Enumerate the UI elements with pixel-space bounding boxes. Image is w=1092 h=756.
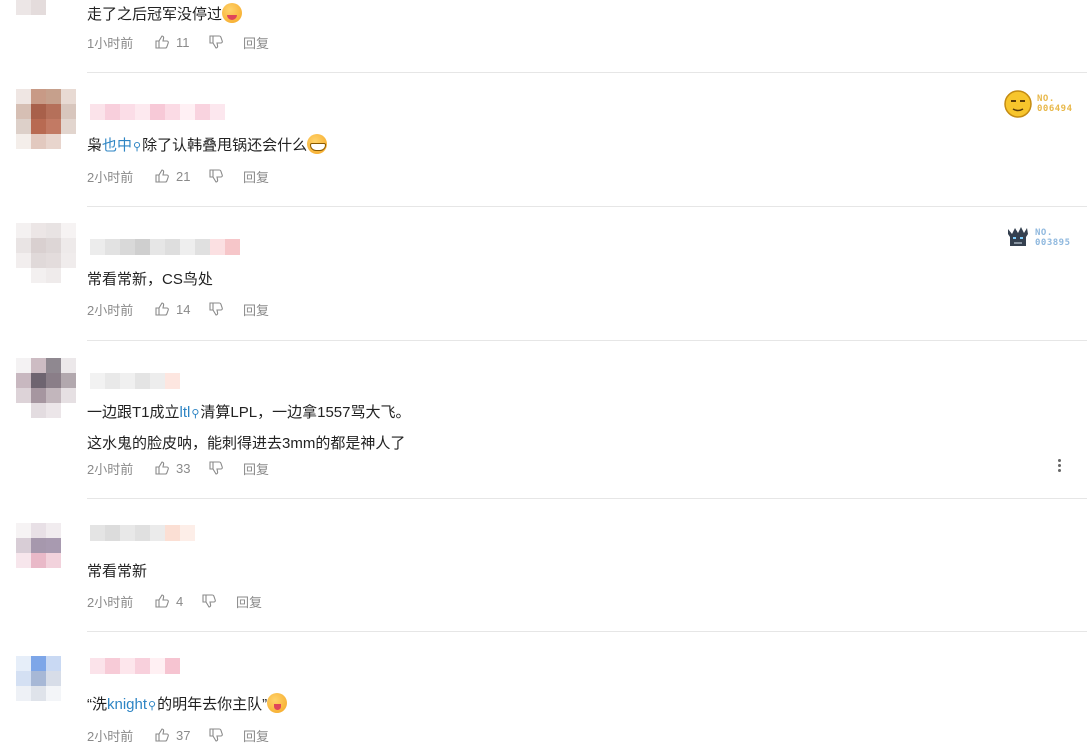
thumbs-up-icon [155,169,169,183]
reply-button[interactable]: 回复 [243,300,269,319]
thumbs-up-icon [155,594,169,608]
search-icon: ⚲ [133,141,142,153]
dislike-button[interactable] [202,594,236,608]
avatar[interactable] [16,0,76,15]
thumbs-down-icon [209,461,223,475]
divider [87,340,1087,341]
timestamp: 1小时前 [87,35,134,51]
winking-face-icon [267,693,288,713]
search-icon: ⚲ [191,408,200,420]
like-button[interactable]: 21 [155,169,209,184]
comment-text: “洗knight⚲的明年去你主队” [87,690,288,721]
dislike-button[interactable] [209,169,243,183]
like-button[interactable]: 33 [155,461,209,476]
divider [87,206,1087,207]
thumbs-down-icon [202,594,216,608]
like-count: 4 [176,593,184,609]
thumbs-up-icon [155,728,169,742]
thumbs-down-icon [209,302,223,316]
comment-text: 常看常新 [87,563,148,580]
username[interactable] [90,373,180,389]
like-button[interactable]: 11 [155,35,209,50]
timestamp: 2小时前 [87,728,134,744]
like-count: 21 [176,168,191,184]
topic-link[interactable]: ltl [180,404,191,421]
thumbs-down-icon [209,728,223,742]
dislike-button[interactable] [209,35,243,49]
badge-label: NO. [1037,94,1055,104]
username[interactable] [90,658,180,674]
thumbs-up-icon [155,461,169,475]
timestamp: 2小时前 [87,169,134,185]
thumbs-down-icon [209,169,223,183]
yellow-face-icon [1004,90,1032,118]
avatar[interactable] [16,223,76,283]
topic-link[interactable]: 也中 [102,137,132,154]
dislike-button[interactable] [209,728,243,742]
fan-badge: NO. 003895 [1005,225,1071,251]
divider [87,498,1087,499]
timestamp: 2小时前 [87,594,134,610]
like-count: 14 [176,301,191,317]
comment-meta: 2小时前 37 回复 [87,726,269,744]
thumbs-down-icon [209,35,223,49]
like-button[interactable]: 4 [155,594,202,609]
comment-text: 枭也中⚲除了认韩叠甩锅还会什么 [87,131,328,162]
timestamp: 2小时前 [87,302,134,318]
reply-button[interactable]: 回复 [243,167,269,186]
thumbs-up-icon [155,302,169,316]
comment-text: 一边跟T1成立ltl⚲清算LPL，一边拿1557骂大飞。 这水鬼的脸皮呐，能刺得… [87,404,411,452]
like-count: 11 [176,34,190,50]
comment-meta: 2小时前 4 回复 [87,592,262,610]
reply-button[interactable]: 回复 [236,592,262,611]
dislike-button[interactable] [209,302,243,316]
username[interactable] [90,525,195,541]
divider [87,631,1087,632]
like-count: 33 [176,460,191,476]
drooling-face-icon [222,3,243,23]
badge-number: 006494 [1037,104,1073,114]
grinning-face-icon [307,134,328,154]
topic-link[interactable]: knight [107,696,147,713]
comment-text: 走了之后冠军没停过 [87,0,243,29]
avatar[interactable] [16,523,76,583]
comment-meta: 1小时前 11 回复 [87,33,269,51]
comment-meta: 2小时前 14 回复 [87,300,269,318]
character-icon [1008,227,1028,246]
like-button[interactable]: 37 [155,728,209,743]
like-count: 37 [176,727,191,743]
username[interactable] [90,239,240,255]
thumbs-up-icon [155,35,169,49]
like-button[interactable]: 14 [155,302,209,317]
more-options-icon[interactable] [1056,459,1062,474]
comment-meta: 2小时前 33 回复 [87,459,269,477]
username[interactable] [90,104,225,120]
search-icon: ⚲ [148,700,157,712]
reply-button[interactable]: 回复 [243,726,269,745]
divider [87,72,1087,73]
reply-button[interactable]: 回复 [243,33,269,52]
avatar[interactable] [16,89,76,149]
comment-text: 常看常新，CS鸟处 [87,271,213,288]
avatar[interactable] [16,656,76,716]
fan-badge: NO. 006494 [1003,89,1073,119]
timestamp: 2小时前 [87,461,134,477]
badge-label: NO. [1035,228,1053,238]
reply-button[interactable]: 回复 [243,459,269,478]
badge-number: 003895 [1035,238,1071,248]
avatar[interactable] [16,358,76,418]
dislike-button[interactable] [209,461,243,475]
comment-meta: 2小时前 21 回复 [87,167,269,185]
